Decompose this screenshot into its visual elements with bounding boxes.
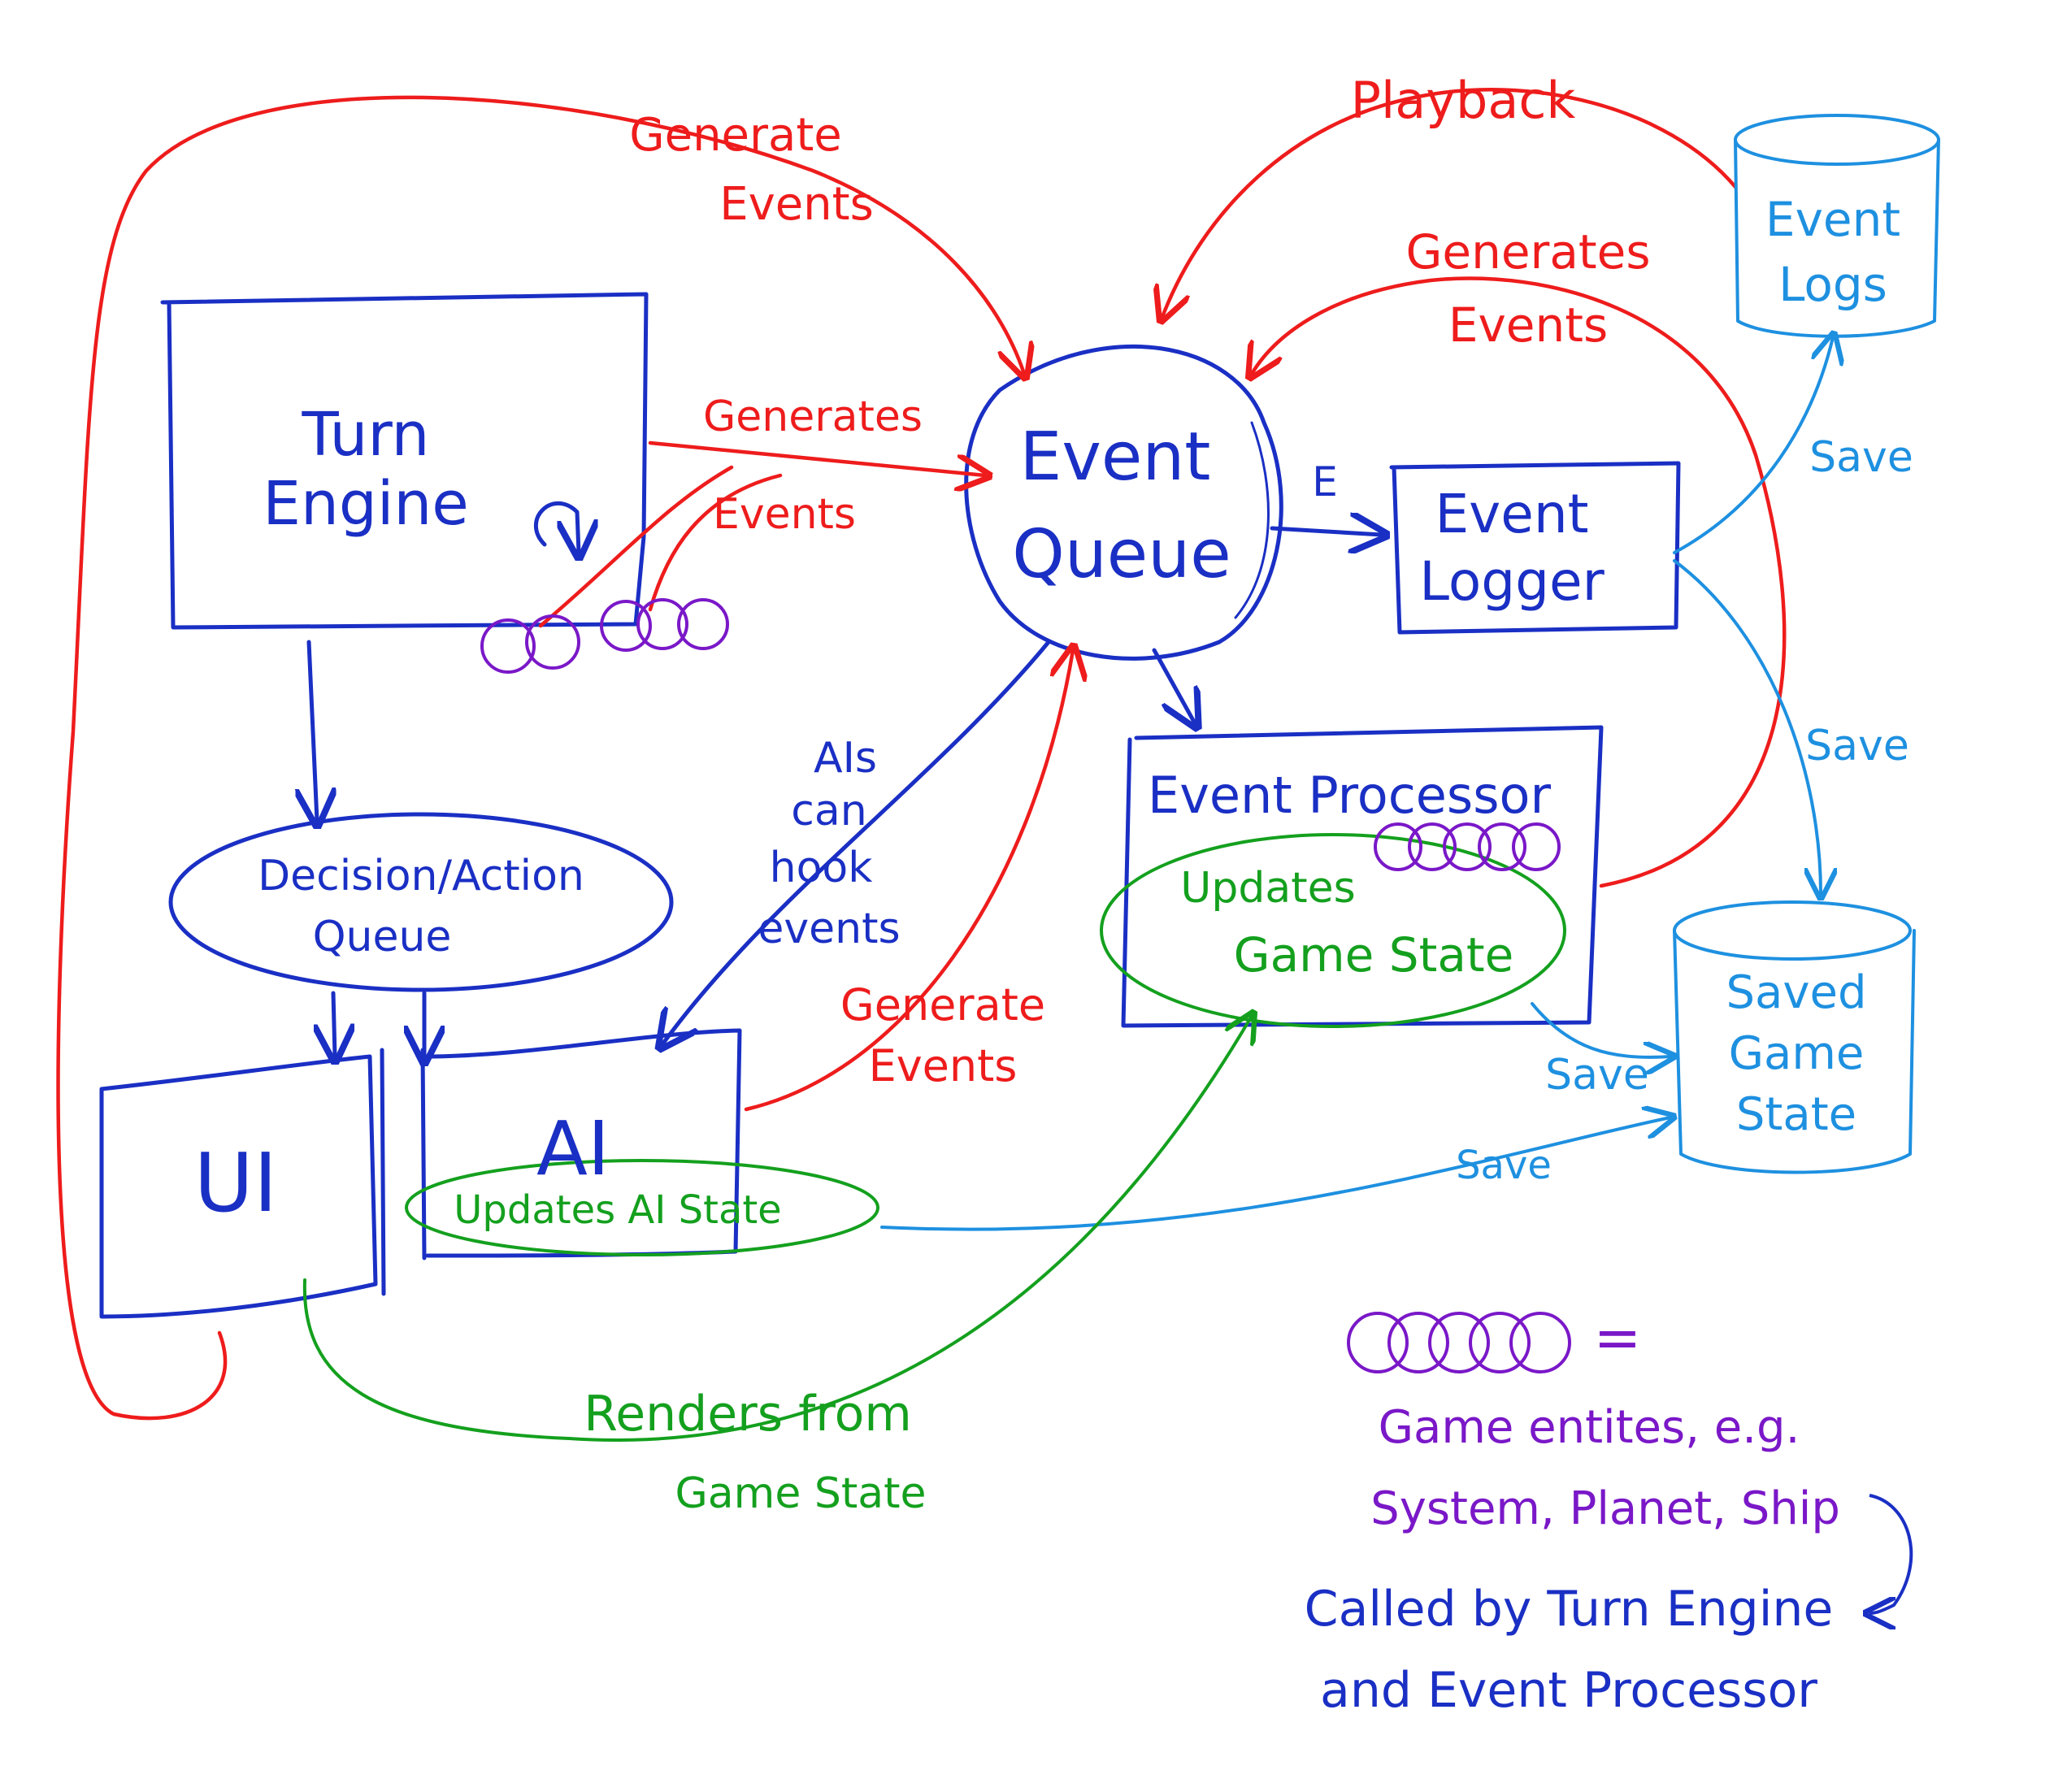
event-logger-label-2: Logger: [1419, 550, 1605, 613]
edge-queue-to-processor: [1152, 648, 1195, 723]
game-state-label-2: Game State: [1234, 927, 1514, 983]
generate-events-top-1: Generate: [629, 109, 842, 162]
event-logger-label-1: Event: [1435, 483, 1588, 545]
save-logs-label: Save: [1809, 433, 1913, 482]
renders-label-1: Renders from: [584, 1386, 912, 1443]
event-processor-label: Event Processor: [1148, 766, 1551, 825]
legend-equals: =: [1594, 1304, 1642, 1371]
generates-events-right-2: Events: [1448, 297, 1608, 353]
generate-events-ai-2: Events: [869, 1040, 1018, 1091]
turn-engine-loop-arrow: [533, 501, 579, 553]
edge-decision-to-ui: [333, 991, 335, 1057]
saved-state-label-1: Saved: [1726, 966, 1866, 1019]
game-state-label-1: Updates: [1180, 864, 1355, 913]
decision-queue-ellipse: [168, 812, 674, 992]
save-ai-label: Save: [1456, 1143, 1552, 1188]
renders-label-2: Game State: [675, 1469, 927, 1518]
generates-events-right-1: Generates: [1405, 224, 1650, 280]
event-logs-label-2: Logs: [1778, 257, 1887, 312]
edge-turn-to-decision: [309, 640, 317, 821]
ais-hook-3: hook: [770, 844, 873, 892]
turn-engine-label-2: Engine: [263, 469, 469, 539]
event-logs-label-1: Event: [1765, 192, 1900, 247]
generate-events-top-2: Events: [719, 178, 874, 231]
ai-state-label: Updates AI State: [454, 1187, 781, 1233]
ais-hook-2: can: [791, 787, 866, 835]
logger-mark: E: [1312, 458, 1338, 505]
legend-line-3: Called by Turn Engine: [1305, 1581, 1834, 1638]
playback-label: Playback: [1351, 71, 1576, 130]
turn-engine-label-1: Turn: [302, 400, 430, 470]
ais-hook-1: AIs: [814, 734, 877, 783]
edge-turn-generates-events: [648, 440, 985, 475]
ui-label: UI: [194, 1135, 278, 1230]
legend-line-4: and Event Processor: [1320, 1662, 1817, 1719]
event-queue-label-1: Event: [1020, 419, 1211, 496]
edge-logger-save-state: [1673, 559, 1821, 894]
save-right-label: Save: [1805, 722, 1909, 770]
event-processor-entities: [1374, 822, 1561, 871]
edge-ai-save: [880, 1117, 1670, 1231]
ui-ai-divider: [380, 1048, 427, 1296]
event-queue-circle: [964, 344, 1283, 661]
legend-line-2: System, Planet, Ship: [1370, 1482, 1840, 1535]
saved-state-label-3: State: [1736, 1088, 1856, 1141]
ai-label: AI: [536, 1105, 610, 1192]
generate-events-ai-1: Generate: [840, 979, 1045, 1031]
legend-callout-arrow: [1869, 1494, 1913, 1613]
legend-line-1: Game entites, e.g.: [1379, 1401, 1800, 1454]
architecture-diagram: Turn Engine Decision/Action Queue UI AI …: [56, 71, 1940, 1719]
generates-events-turn-2: Events: [713, 490, 856, 539]
ais-hook-4: events: [758, 905, 900, 953]
turn-engine-entities: [480, 598, 729, 674]
generates-events-turn-1: Generates: [703, 393, 923, 441]
decision-queue-label-1: Decision/Action: [258, 852, 584, 900]
decision-queue-label-2: Queue: [313, 913, 452, 961]
saved-state-label-2: Game: [1729, 1027, 1865, 1080]
save-processor-label: Save: [1545, 1051, 1649, 1100]
legend-entities: [1347, 1312, 1571, 1373]
edge-processor-save: [1531, 1002, 1670, 1057]
edge-queue-to-logger: [1270, 528, 1382, 535]
event-queue-label-2: Queue: [1012, 516, 1231, 593]
